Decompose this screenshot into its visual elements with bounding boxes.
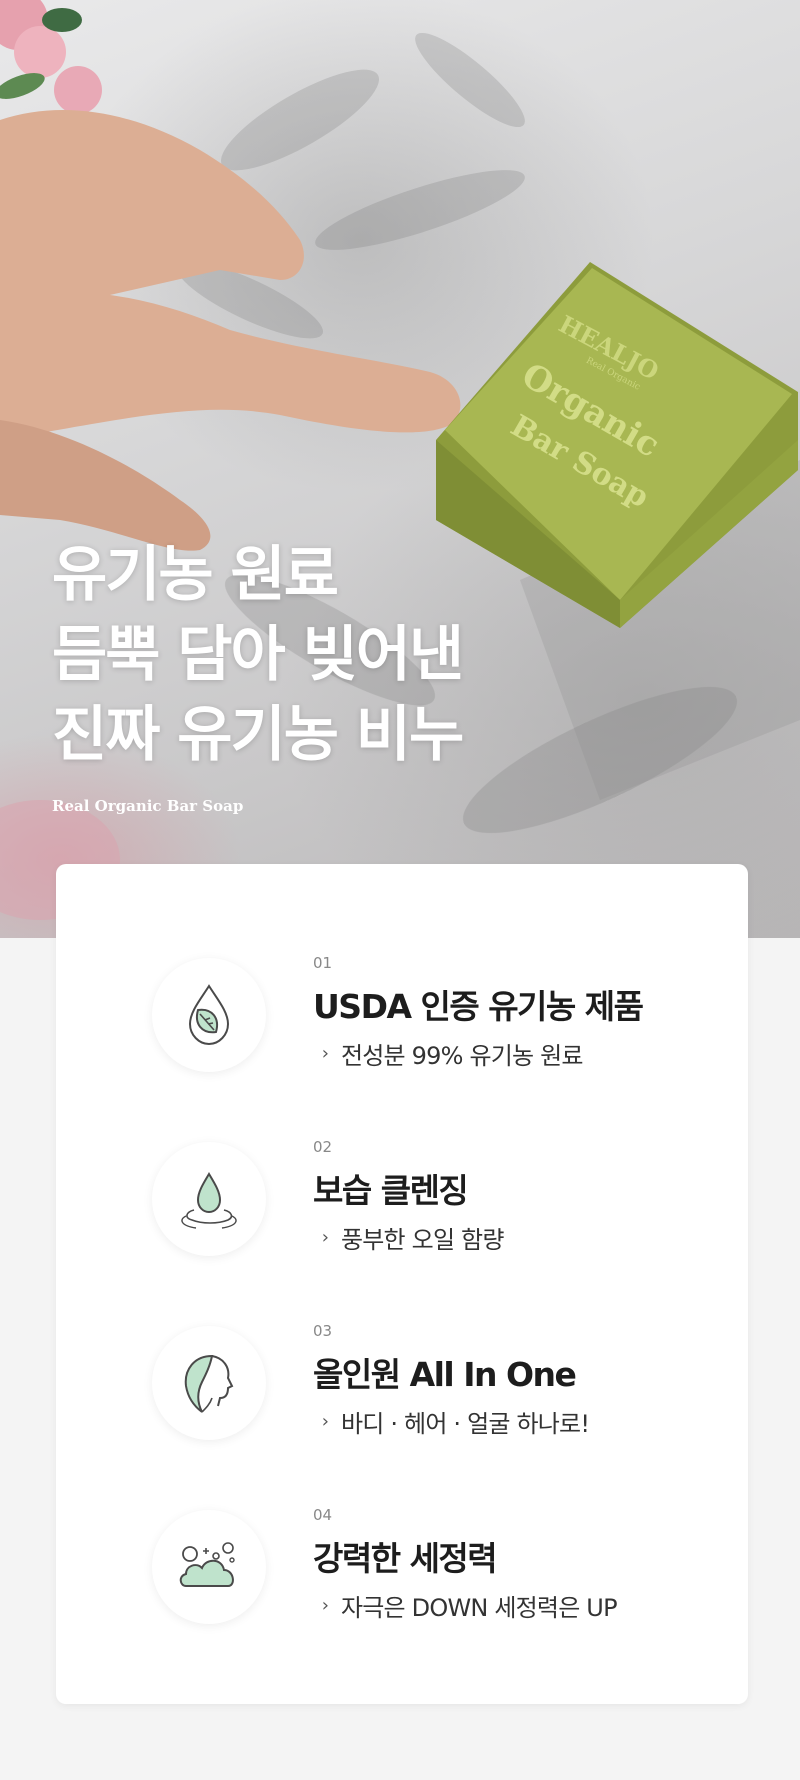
hero-headline: 유기농 원료 듬뿍 담아 빚어낸 진짜 유기농 비누 Real Organic … (52, 535, 464, 815)
feature-number: 01 (313, 954, 333, 972)
water-drop-icon (181, 1172, 237, 1229)
feature-number: 03 (313, 1322, 333, 1340)
hero-subtitle: Real Organic Bar Soap (52, 797, 244, 815)
chevron-right-icon: › (321, 1227, 329, 1248)
feature-description: › 전성분 99% 유기농 원료 (313, 1036, 642, 1071)
hero-title-line-2: 듬뿍 담아 빚어낸 (52, 620, 464, 690)
hero-banner: HEALJO Real Organic Organic Bar Soap 유기농… (0, 0, 800, 938)
feature-item-4: 04 강력한 세정력 › 자극은 DOWN 세정력은 UP (56, 1506, 748, 1656)
feature-title: USDA 인증 유기농 제품 (313, 987, 644, 1026)
feature-item-2: 02 보습 클렌징 › 풍부한 오일 함량 (56, 1138, 748, 1288)
feature-icon-circle (152, 958, 266, 1072)
hero-title-line-1: 유기농 원료 (52, 540, 339, 610)
features-card: 01 USDA 인증 유기농 제품 › 전성분 99% 유기농 원료 02 보습… (56, 864, 748, 1704)
feature-description: › 바디 · 헤어 · 얼굴 하나로! (313, 1404, 590, 1439)
hand (0, 110, 461, 551)
chevron-right-icon: › (321, 1411, 329, 1432)
chevron-right-icon: › (321, 1043, 329, 1064)
feature-title: 보습 클렌징 (313, 1171, 469, 1210)
feature-description: › 풍부한 오일 함량 (313, 1220, 505, 1255)
chevron-right-icon: › (321, 1595, 329, 1616)
feature-description: › 자극은 DOWN 세정력은 UP (313, 1588, 618, 1623)
bubble-cloud-icon (179, 1542, 235, 1587)
feature-item-3: 03 올인원 All In One › 바디 · 헤어 · 얼굴 하나로! (56, 1322, 748, 1472)
feature-number: 04 (313, 1506, 333, 1524)
leaf-drop-icon (188, 984, 230, 1046)
feature-title: 강력한 세정력 (313, 1539, 498, 1578)
face-profile-icon (184, 1354, 234, 1413)
hero-title-line-3: 진짜 유기농 비누 (52, 700, 464, 770)
flower-decoration (0, 0, 102, 114)
feature-item-1: 01 USDA 인증 유기농 제품 › 전성분 99% 유기농 원료 (56, 954, 748, 1104)
feature-icon-circle (152, 1142, 266, 1256)
feature-title: 올인원 All In One (313, 1355, 577, 1394)
feature-icon-circle (152, 1510, 266, 1624)
feature-icon-circle (152, 1326, 266, 1440)
feature-number: 02 (313, 1138, 333, 1156)
